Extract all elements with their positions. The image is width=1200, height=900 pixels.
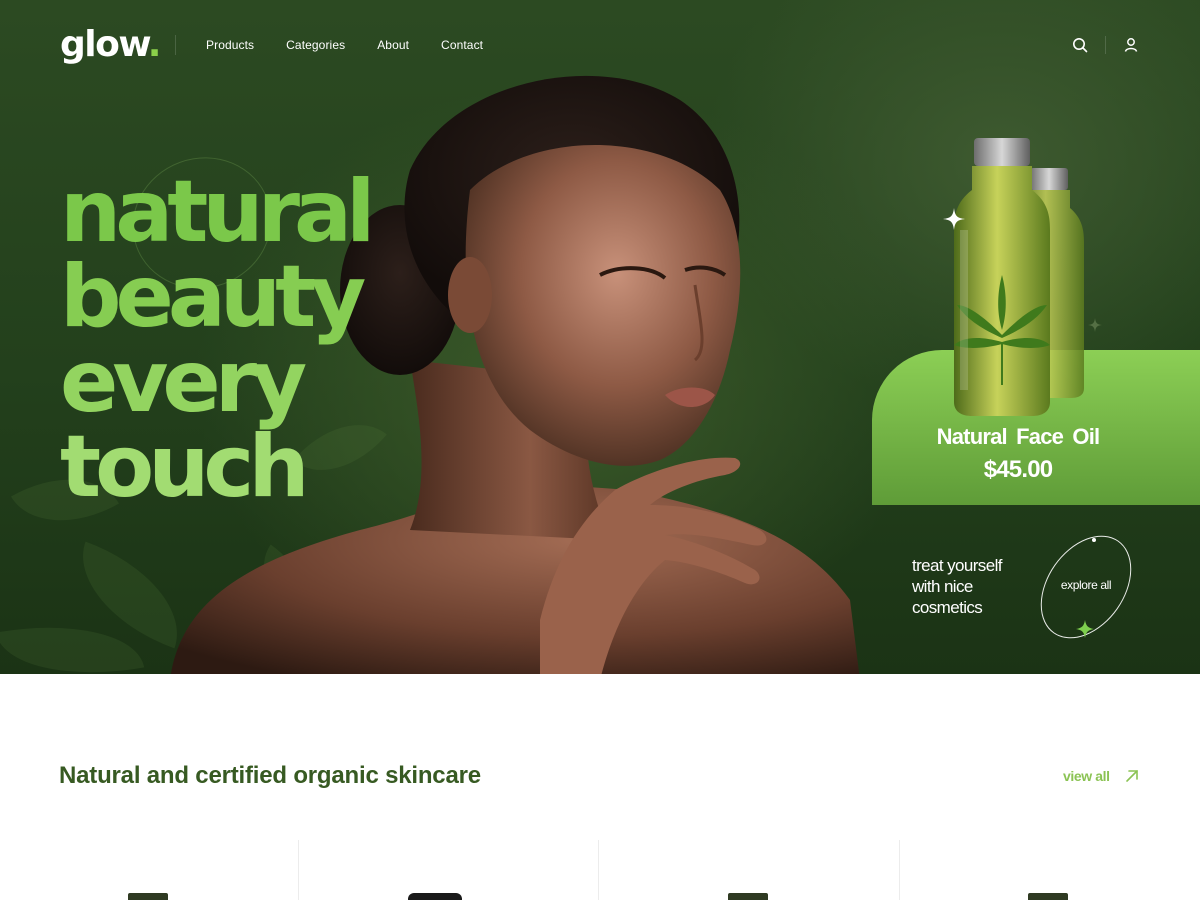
logo-dot: . bbox=[147, 24, 162, 65]
headline-line-2: beauty bbox=[60, 247, 366, 347]
product-price: $45.00 bbox=[983, 456, 1053, 483]
sparkle-icon bbox=[1088, 318, 1102, 332]
user-icon[interactable] bbox=[1122, 36, 1140, 54]
nav-about[interactable]: About bbox=[377, 38, 409, 52]
face-oil-bottles-image bbox=[954, 138, 1084, 416]
brand-logo[interactable]: glow. bbox=[60, 24, 162, 65]
view-all-link[interactable]: view all bbox=[1063, 768, 1110, 784]
product-thumbnail[interactable] bbox=[128, 893, 168, 900]
headline-line-4: touch bbox=[60, 417, 310, 517]
logo-text: glow bbox=[60, 24, 149, 65]
arrow-up-right-icon[interactable] bbox=[1124, 768, 1140, 784]
explore-all-label[interactable]: explore all bbox=[1030, 578, 1142, 592]
main-nav: Products Categories About Contact bbox=[206, 38, 515, 52]
hero-headline: natural beauty every touch bbox=[60, 162, 376, 517]
grid-divider bbox=[899, 840, 900, 900]
product-thumbnail[interactable] bbox=[1028, 893, 1068, 900]
nav-contact[interactable]: Contact bbox=[441, 38, 483, 52]
section-title: Natural and certified organic skincare bbox=[59, 762, 481, 789]
nav-divider bbox=[175, 35, 176, 55]
tagline-line-2: with nice bbox=[912, 577, 973, 596]
nav-products[interactable]: Products bbox=[206, 38, 254, 52]
header-separator bbox=[1105, 36, 1106, 54]
grid-divider bbox=[598, 840, 599, 900]
product-thumbnail[interactable] bbox=[408, 893, 462, 900]
tagline-line-3: cosmetics bbox=[912, 598, 983, 617]
nav-categories[interactable]: Categories bbox=[286, 38, 345, 52]
sparkle-icon bbox=[943, 208, 965, 230]
product-thumbnail[interactable] bbox=[728, 893, 768, 900]
headline-line-3: every bbox=[60, 332, 307, 432]
grid-divider bbox=[298, 840, 299, 900]
hero-section: natural beauty every touch glow. Product… bbox=[0, 0, 1200, 674]
search-icon[interactable] bbox=[1071, 36, 1089, 54]
headline-line-1: natural bbox=[60, 162, 376, 262]
hero-tagline: treat yourself with nice cosmetics bbox=[912, 555, 1002, 618]
product-name: Natural Face Oil bbox=[936, 424, 1101, 449]
tagline-line-1: treat yourself bbox=[912, 556, 1002, 575]
